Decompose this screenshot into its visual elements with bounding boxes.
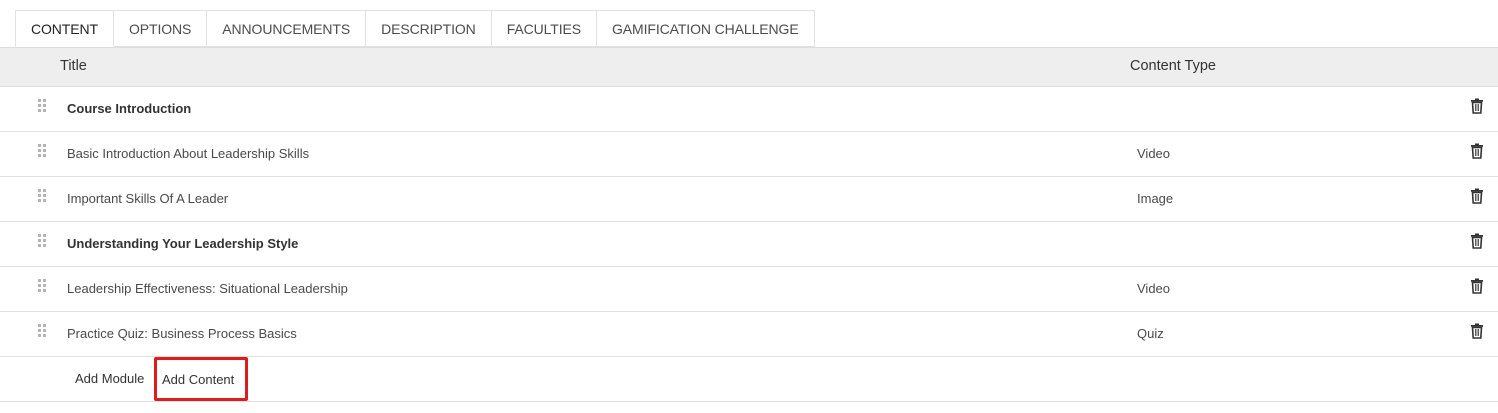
tab-bar: CONTENT OPTIONS ANNOUNCEMENTS DESCRIPTIO… <box>15 10 815 48</box>
row-title: Understanding Your Leadership Style <box>67 236 299 251</box>
trash-icon[interactable] <box>1470 233 1484 249</box>
table-row: Understanding Your Leadership Style <box>0 222 1498 267</box>
row-content-type: Video <box>1137 146 1171 161</box>
row-title: Leadership Effectiveness: Situational Le… <box>67 281 348 296</box>
table-row: Course Introduction <box>0 87 1498 132</box>
row-content-type: Video <box>1137 281 1171 296</box>
drag-handle-icon[interactable] <box>38 144 48 160</box>
table-header: Title Content Type <box>0 47 1498 87</box>
row-content-type: Quiz <box>1137 326 1164 341</box>
drag-handle-icon[interactable] <box>38 234 48 250</box>
row-content-type: Image <box>1137 191 1174 206</box>
table-row: Basic Introduction About Leadership Skil… <box>0 132 1498 177</box>
table-row: Leadership Effectiveness: Situational Le… <box>0 267 1498 312</box>
column-header-title: Title <box>60 58 87 74</box>
row-title: Practice Quiz: Business Process Basics <box>67 326 297 341</box>
tab-options[interactable]: OPTIONS <box>113 10 208 47</box>
add-module-button[interactable]: Add Module <box>75 371 144 386</box>
add-content-button[interactable]: Add Content <box>162 372 234 387</box>
column-header-content-type: Content Type <box>1130 58 1216 74</box>
row-title: Important Skills Of A Leader <box>67 191 229 206</box>
drag-handle-icon[interactable] <box>38 279 48 295</box>
drag-handle-icon[interactable] <box>38 324 48 340</box>
table-row: Important Skills Of A Leader Image <box>0 177 1498 222</box>
table-row: Practice Quiz: Business Process Basics Q… <box>0 312 1498 357</box>
drag-handle-icon[interactable] <box>38 99 48 115</box>
trash-icon[interactable] <box>1470 98 1484 114</box>
tab-faculties[interactable]: FACULTIES <box>491 10 597 47</box>
tab-description[interactable]: DESCRIPTION <box>366 10 492 47</box>
drag-handle-icon[interactable] <box>38 189 48 205</box>
trash-icon[interactable] <box>1470 278 1484 294</box>
trash-icon[interactable] <box>1470 143 1484 159</box>
tab-content[interactable]: CONTENT <box>15 10 114 47</box>
add-content-highlight[interactable]: Add Content <box>154 357 248 401</box>
content-table: Title Content Type Course Introduction B… <box>0 47 1498 402</box>
trash-icon[interactable] <box>1470 323 1484 339</box>
row-title: Basic Introduction About Leadership Skil… <box>67 146 310 161</box>
row-title: Course Introduction <box>67 101 192 116</box>
tab-announcements[interactable]: ANNOUNCEMENTS <box>207 10 367 47</box>
table-footer: Add Module Add Content <box>0 357 1498 402</box>
tab-gamification-challenge[interactable]: GAMIFICATION CHALLENGE <box>597 10 815 47</box>
trash-icon[interactable] <box>1470 188 1484 204</box>
